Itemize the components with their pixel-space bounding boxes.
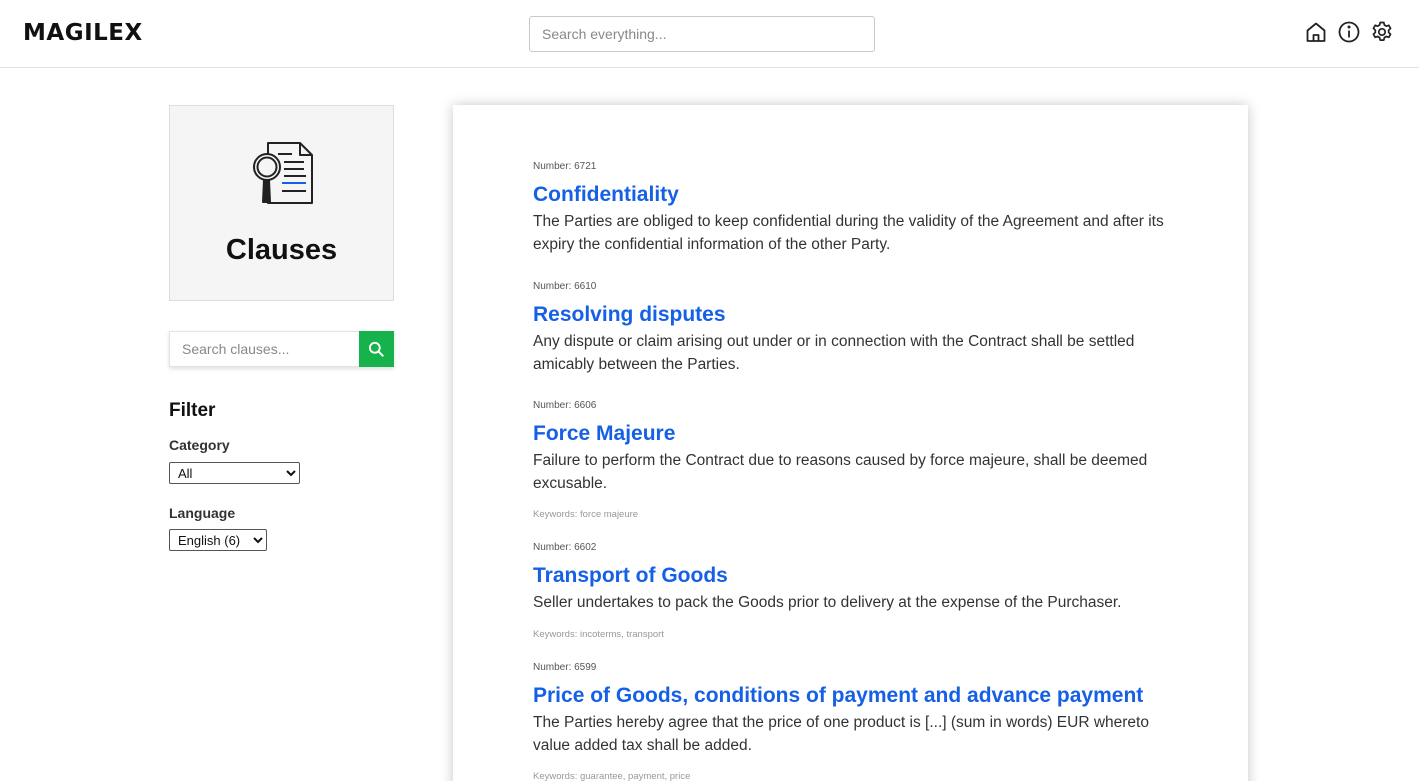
filter-heading: Filter (169, 400, 216, 421)
clause-item: Number: 6606 Force Majeure Failure to pe… (533, 399, 1173, 520)
home-icon[interactable] (1304, 20, 1328, 44)
clause-title-link[interactable]: Price of Goods, conditions of payment an… (533, 682, 1173, 710)
clause-title-link[interactable]: Transport of Goods (533, 562, 1173, 590)
category-label: Category (169, 437, 230, 453)
clause-keywords: Keywords: force majeure (533, 509, 639, 520)
clause-item: Number: 6721 Confidentiality The Parties… (533, 160, 1173, 256)
clause-number: Number: 6602 (533, 542, 597, 553)
clause-text: The Parties hereby agree that the price … (533, 714, 1149, 754)
clauses-list-panel: Number: 6721 Confidentiality The Parties… (453, 105, 1248, 781)
clause-text: The Parties are obliged to keep confiden… (533, 213, 1164, 253)
clause-text: Seller undertakes to pack the Goods prio… (533, 594, 1122, 611)
clause-text: Any dispute or claim arising out under o… (533, 333, 1135, 373)
language-select[interactable]: English (6) (169, 529, 267, 551)
clause-item: Number: 6602 Transport of Goods Seller u… (533, 541, 1173, 640)
document-search-icon (250, 140, 314, 206)
app-logo[interactable]: MAGILEX (23, 20, 143, 46)
clause-keywords: Keywords: guarantee, payment, price (533, 771, 691, 781)
clause-item: Number: 6610 Resolving disputes Any disp… (533, 280, 1173, 376)
page-title: Clauses (225, 234, 338, 266)
clause-number: Number: 6599 (533, 662, 597, 673)
clause-search-input[interactable] (169, 331, 359, 367)
top-header: MAGILEX (0, 0, 1419, 68)
clause-title-link[interactable]: Resolving disputes (533, 301, 1173, 329)
search-icon (368, 341, 384, 357)
clause-keywords: Keywords: incoterms, transport (533, 628, 664, 640)
settings-icon[interactable] (1370, 20, 1394, 44)
clause-number: Number: 6721 (533, 161, 597, 172)
clause-number: Number: 6610 (533, 281, 597, 292)
global-search-input[interactable] (529, 16, 875, 52)
clause-search-button[interactable] (359, 331, 394, 367)
clauses-card: Clauses (169, 105, 394, 301)
clause-item: Number: 6599 Price of Goods, conditions … (533, 661, 1173, 781)
clause-text: Failure to perform the Contract due to r… (533, 452, 1148, 492)
clause-title-link[interactable]: Force Majeure (533, 420, 1173, 448)
category-select[interactable]: All (169, 462, 300, 484)
language-label: Language (169, 505, 236, 521)
clause-title-link[interactable]: Confidentiality (533, 181, 1173, 209)
info-icon[interactable] (1337, 20, 1361, 44)
clause-number: Number: 6606 (533, 400, 597, 411)
clause-search-bar (169, 331, 394, 367)
